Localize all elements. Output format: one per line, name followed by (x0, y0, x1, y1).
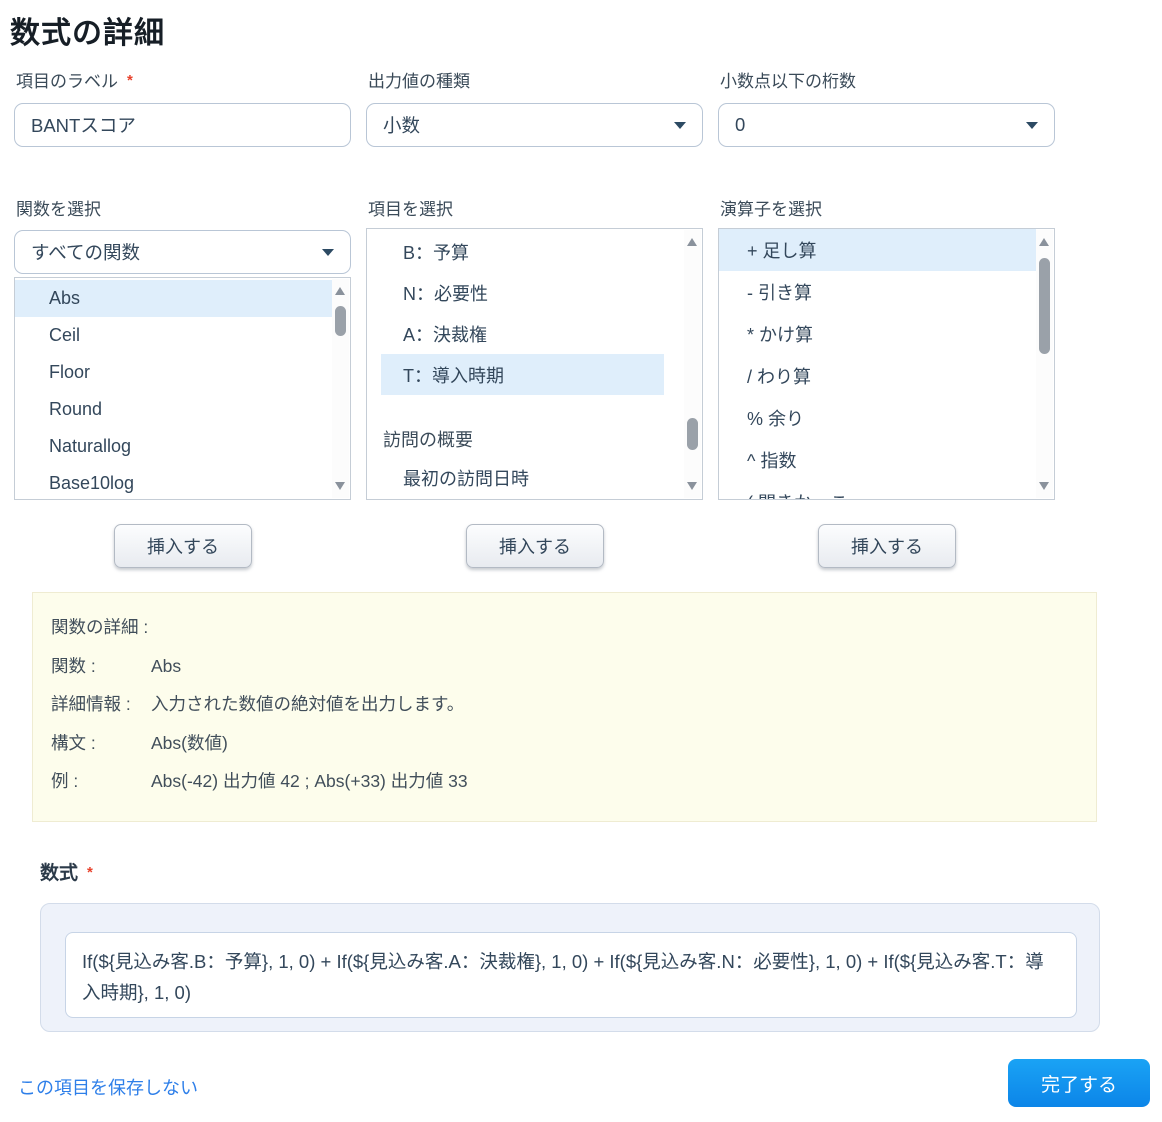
discard-field-link[interactable]: この項目を保存しない (18, 1074, 198, 1100)
list-item-operator[interactable]: ( 開きかっこ (719, 481, 1036, 500)
scroll-up-icon[interactable] (1039, 238, 1049, 246)
page-title: 数式の詳細 (10, 8, 165, 52)
decimal-places-select[interactable]: 0 (718, 103, 1055, 147)
list-item-operator[interactable]: * かけ算 (719, 313, 1036, 355)
list-item-function[interactable]: Base10log (15, 465, 332, 500)
chevron-down-icon (322, 249, 334, 256)
formula-editor-panel: If(${見込み客.B：予算}, 1, 0) + If(${見込み客.A：決裁権… (40, 903, 1100, 1032)
field-group-label: 訪問の概要 (367, 421, 702, 457)
scroll-up-icon[interactable] (335, 287, 345, 295)
info-label: 関数 : (51, 654, 151, 678)
list-item-function[interactable]: Round (15, 391, 332, 428)
function-info-title: 関数の詳細 : (51, 615, 148, 639)
required-asterisk: * (87, 864, 93, 881)
scrollbar-thumb[interactable] (335, 306, 346, 336)
formula-textarea[interactable]: If(${見込み客.B：予算}, 1, 0) + If(${見込み客.A：決裁権… (65, 932, 1077, 1018)
list-item-field[interactable]: 最初の訪問日時 (381, 457, 664, 498)
insert-field-button[interactable]: 挿入する (466, 524, 604, 568)
list-item-field[interactable]: N：必要性 (381, 272, 664, 313)
scroll-down-icon[interactable] (1039, 482, 1049, 490)
info-value: Abs (151, 654, 1078, 678)
item-label-input-value: BANTスコア (31, 112, 136, 138)
done-button[interactable]: 完了する (1008, 1059, 1150, 1107)
item-label-text: 項目のラベル (16, 72, 118, 91)
scroll-up-icon[interactable] (687, 238, 697, 246)
item-label-field-label: 項目のラベル * (16, 67, 133, 92)
list-item-field[interactable]: A：決裁権 (381, 313, 664, 354)
info-value: 入力された数値の絶対値を出力します。 (151, 692, 1078, 716)
list-item-function[interactable]: Naturallog (15, 428, 332, 465)
insert-function-button[interactable]: 挿入する (114, 524, 252, 568)
scrollbar[interactable] (684, 230, 701, 498)
item-label-input[interactable]: BANTスコア (14, 103, 351, 147)
scroll-down-icon[interactable] (335, 482, 345, 490)
chevron-down-icon (1026, 122, 1038, 129)
function-filter-select[interactable]: すべての関数 (14, 230, 351, 274)
info-label: 構文 : (51, 731, 151, 755)
scrollbar-thumb[interactable] (1039, 258, 1050, 354)
list-item-function[interactable]: Ceil (15, 317, 332, 354)
scrollbar[interactable] (1036, 230, 1053, 498)
list-item-operator[interactable]: - 引き算 (719, 271, 1036, 313)
formula-label-text: 数式 (40, 863, 78, 884)
chevron-down-icon (674, 122, 686, 129)
scrollbar-thumb[interactable] (687, 418, 698, 450)
list-item-operator[interactable]: ^ 指数 (719, 439, 1036, 481)
insert-operator-button[interactable]: 挿入する (818, 524, 956, 568)
list-item-field[interactable]: T：導入時期 (381, 354, 664, 395)
decimal-places-value: 0 (735, 114, 745, 136)
scroll-down-icon[interactable] (687, 482, 697, 490)
field-picker-label: 項目を選択 (368, 195, 453, 220)
info-value: Abs(数値) (151, 731, 1078, 755)
info-label: 例 : (51, 769, 151, 793)
operator-listbox: + 足し算 - 引き算 * かけ算 / わり算 % 余り ^ 指数 ( 開きかっ… (718, 228, 1055, 500)
list-item-function[interactable]: Floor (15, 354, 332, 391)
function-filter-value: すべての関数 (31, 239, 140, 265)
scrollbar[interactable] (332, 279, 349, 498)
required-asterisk: * (127, 72, 133, 89)
field-listbox: B：予算 N：必要性 A：決裁権 T：導入時期 訪問の概要 最初の訪問日時 (366, 228, 703, 500)
list-item-operator[interactable]: / わり算 (719, 355, 1036, 397)
formula-label: 数式 * (40, 858, 93, 885)
list-item-field[interactable]: B：予算 (381, 231, 664, 272)
decimal-places-label: 小数点以下の桁数 (720, 67, 856, 92)
list-item-function[interactable]: Abs (15, 280, 332, 317)
info-label: 詳細情報 : (51, 692, 151, 716)
output-type-label: 出力値の種類 (368, 67, 470, 92)
list-item-operator[interactable]: % 余り (719, 397, 1036, 439)
list-item-operator[interactable]: + 足し算 (719, 229, 1036, 271)
output-type-value: 小数 (383, 112, 420, 138)
function-listbox: Abs Ceil Floor Round Naturallog Base10lo… (14, 277, 351, 500)
function-picker-label: 関数を選択 (16, 195, 101, 220)
output-type-select[interactable]: 小数 (366, 103, 703, 147)
function-info-panel: 関数の詳細 : 関数 : Abs 詳細情報 : 入力された数値の絶対値を出力しま… (32, 592, 1097, 822)
info-value: Abs(-42) 出力値 42 ; Abs(+33) 出力値 33 (151, 769, 1078, 793)
operator-picker-label: 演算子を選択 (720, 195, 822, 220)
